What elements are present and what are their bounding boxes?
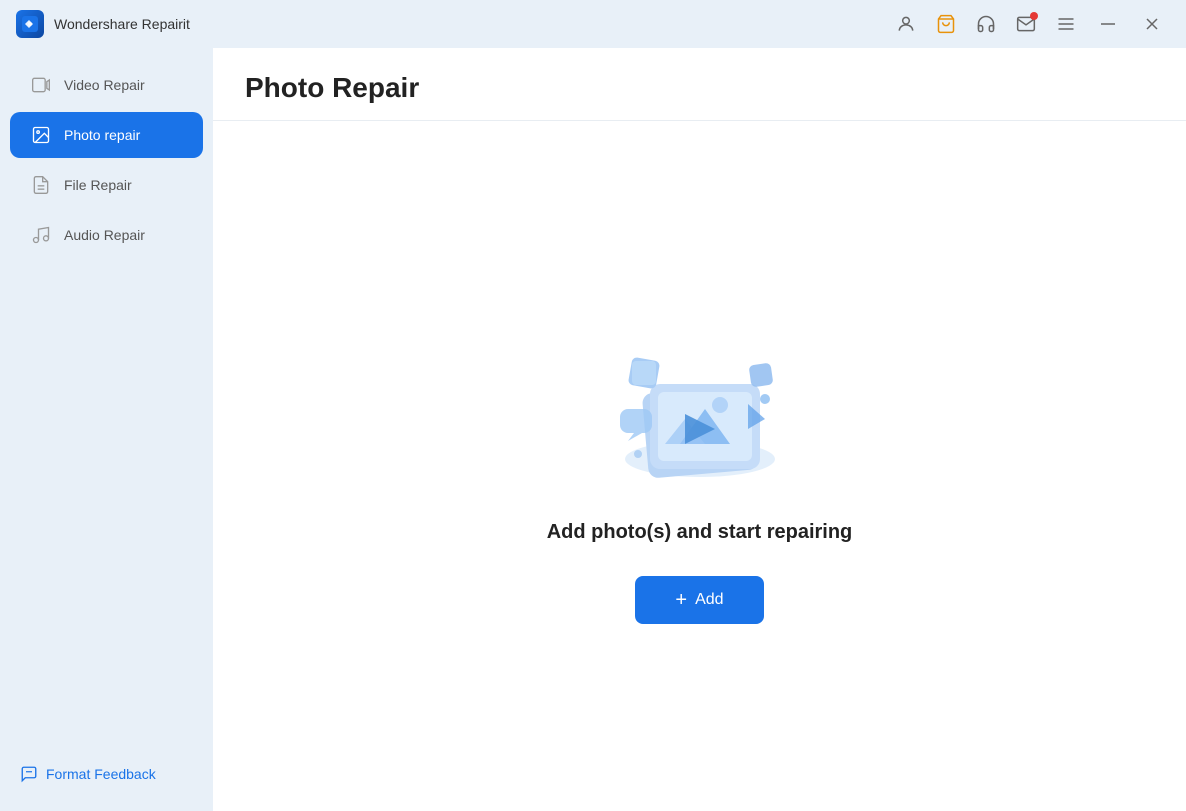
title-bar-right bbox=[890, 8, 1170, 40]
add-button-label: Add bbox=[695, 591, 723, 609]
sidebar-item-audio-repair[interactable]: Audio Repair bbox=[10, 212, 203, 258]
sidebar: Video Repair Photo repair bbox=[0, 48, 213, 811]
photo-repair-icon bbox=[30, 124, 52, 146]
video-repair-icon bbox=[30, 74, 52, 96]
audio-repair-icon bbox=[30, 224, 52, 246]
sidebar-item-video-repair-label: Video Repair bbox=[64, 77, 145, 93]
mail-badge bbox=[1030, 12, 1038, 20]
sidebar-item-video-repair[interactable]: Video Repair bbox=[10, 62, 203, 108]
content-header: Photo Repair bbox=[213, 48, 1186, 121]
content-main: Add photo(s) and start repairing + Add bbox=[213, 121, 1186, 811]
add-plus-icon: + bbox=[675, 590, 687, 610]
mail-icon[interactable] bbox=[1010, 8, 1042, 40]
title-bar: Wondershare Repairit bbox=[0, 0, 1186, 48]
headset-icon[interactable] bbox=[970, 8, 1002, 40]
content-area: Photo Repair bbox=[213, 48, 1186, 811]
menu-icon[interactable] bbox=[1050, 8, 1082, 40]
main-layout: Video Repair Photo repair bbox=[0, 48, 1186, 811]
app-logo bbox=[16, 10, 44, 38]
format-feedback-label: Format Feedback bbox=[46, 766, 156, 782]
minimize-button[interactable] bbox=[1090, 10, 1126, 38]
account-icon[interactable] bbox=[890, 8, 922, 40]
sidebar-item-file-repair[interactable]: File Repair bbox=[10, 162, 203, 208]
sidebar-item-photo-repair-label: Photo repair bbox=[64, 127, 140, 143]
page-title: Photo Repair bbox=[245, 72, 1154, 104]
sidebar-footer: Format Feedback bbox=[0, 749, 213, 799]
photo-repair-illustration bbox=[590, 309, 810, 489]
title-bar-left: Wondershare Repairit bbox=[16, 10, 190, 38]
sidebar-item-photo-repair[interactable]: Photo repair bbox=[10, 112, 203, 158]
file-repair-icon bbox=[30, 174, 52, 196]
add-subtitle: Add photo(s) and start repairing bbox=[547, 521, 853, 544]
add-button[interactable]: + Add bbox=[635, 576, 763, 624]
sidebar-item-audio-repair-label: Audio Repair bbox=[64, 227, 145, 243]
close-button[interactable] bbox=[1134, 10, 1170, 38]
format-feedback-button[interactable]: Format Feedback bbox=[20, 765, 193, 783]
app-title: Wondershare Repairit bbox=[54, 16, 190, 32]
cart-icon[interactable] bbox=[930, 8, 962, 40]
sidebar-item-file-repair-label: File Repair bbox=[64, 177, 132, 193]
